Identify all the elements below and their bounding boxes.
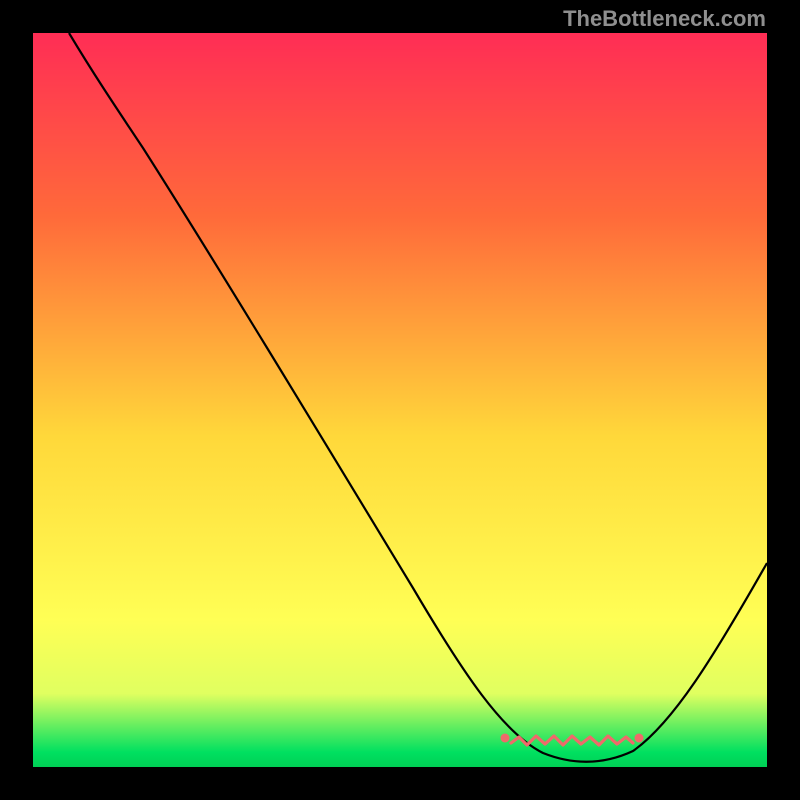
scribble-dot-left (501, 734, 510, 743)
scribble-dot-right (635, 734, 644, 743)
scribble-zigzag (511, 736, 633, 745)
threshold-scribble (33, 33, 767, 767)
chart-frame: TheBottleneck.com (0, 0, 800, 800)
plot-area (33, 33, 767, 767)
watermark-text: TheBottleneck.com (563, 8, 766, 30)
